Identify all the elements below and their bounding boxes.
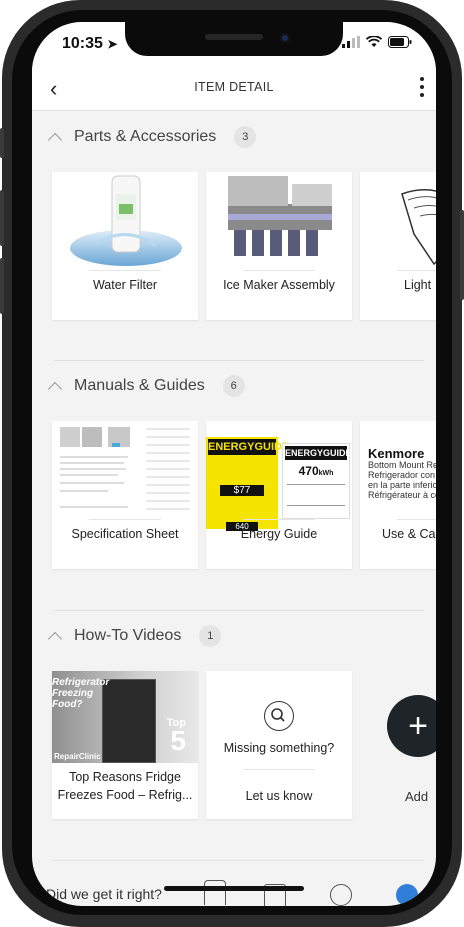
mute-switch (0, 128, 4, 158)
section-divider (54, 360, 424, 361)
phone-frame: 10:35 ➤ ‹ ITEM DETAIL Parts & Accessorie… (0, 0, 464, 927)
more-options-icon[interactable] (414, 72, 430, 102)
info-icon[interactable] (396, 884, 418, 906)
video-thumbnail[interactable]: Refrigerator Freezing Food? Top 5 Repair… (52, 671, 198, 763)
speaker (205, 34, 263, 40)
let-us-know-link[interactable]: Let us know (206, 789, 352, 803)
battery-icon (388, 36, 412, 48)
video-overlay-text: Refrigerator Freezing Food? (52, 677, 110, 710)
card-divider (243, 769, 315, 770)
section-title: How-To Videos (74, 627, 182, 644)
collapse-chevron-icon[interactable] (47, 631, 63, 647)
notch (125, 22, 343, 56)
spec-sheet-image (60, 427, 190, 510)
nav-header: ‹ ITEM DETAIL (32, 68, 436, 111)
status-icons (342, 36, 412, 48)
card-divider (89, 270, 161, 271)
video-cards: Refrigerator Freezing Food? Top 5 Repair… (52, 671, 352, 819)
manual-cards: Specification Sheet ENERGYGUIDE $77 640 … (52, 421, 436, 569)
manual-card-energy-guide[interactable]: ENERGYGUIDE $77 640 ENERGYGUIDE 470kWh E… (206, 421, 352, 569)
video-top-number: 5 (170, 725, 186, 756)
card-divider (243, 270, 315, 271)
home-indicator[interactable] (164, 886, 304, 891)
card-label: Light (404, 278, 432, 292)
card-label: Specification Sheet (71, 527, 179, 541)
page-title: ITEM DETAIL (194, 80, 274, 94)
wifi-icon (366, 36, 382, 47)
energy-guide-brand-2: ENERGYGUIDE (285, 446, 352, 460)
missing-question: Missing something? (223, 741, 335, 755)
card-label: Water Filter (92, 278, 158, 292)
energy-guide-table (287, 484, 345, 506)
energy-guide-canada-label: ENERGYGUIDE 470kWh (282, 443, 352, 519)
menu-circle-icon[interactable] (330, 884, 352, 906)
energy-guide-kwh: 470kWh (298, 464, 334, 478)
count-badge: 1 (199, 625, 222, 647)
collapse-chevron-icon[interactable] (47, 381, 63, 397)
energy-guide-yellow-label: ENERGYGUIDE $77 640 (206, 437, 290, 531)
count-badge: 3 (234, 126, 257, 148)
card-divider (397, 519, 436, 520)
power-button (460, 210, 464, 300)
light-part-image (401, 189, 436, 266)
volume-down-button (0, 258, 4, 314)
signal-icon (342, 36, 360, 48)
kenmore-line: Réfrigérateur à conge (368, 489, 436, 500)
part-card-light[interactable]: Light (360, 172, 436, 320)
kenmore-brand: Kenmore (368, 446, 425, 461)
video-title: Top Reasons Fridge Freezes Food – Refrig… (57, 770, 193, 802)
card-label: Energy Guide (240, 527, 318, 541)
card-label: Use & Ca (382, 527, 436, 541)
manual-card-use-care[interactable]: Kenmore Bottom Mount Refrige Refrigerado… (360, 421, 436, 569)
missing-something-card[interactable]: Missing something? Let us know (206, 671, 352, 819)
card-label: Ice Maker Assembly (223, 278, 335, 292)
kenmore-manual-cover: Kenmore Bottom Mount Refrige Refrigerado… (368, 446, 436, 501)
manual-card-spec-sheet[interactable]: Specification Sheet (52, 421, 198, 569)
section-divider (54, 860, 424, 861)
part-card-ice-maker[interactable]: Ice Maker Assembly (206, 172, 352, 320)
section-title: Manuals & Guides (74, 377, 205, 394)
card-divider (397, 270, 436, 271)
video-brand: RepairClinic (54, 752, 101, 761)
section-title: Parts & Accessories (74, 128, 217, 145)
thumbs-up-icon[interactable] (204, 880, 226, 905)
front-camera (280, 33, 290, 43)
water-filter-image (70, 175, 182, 266)
section-divider (54, 610, 424, 611)
video-card[interactable]: Refrigerator Freezing Food? Top 5 Repair… (52, 671, 198, 819)
part-card-water-filter[interactable]: Water Filter (52, 172, 198, 320)
card-divider (243, 519, 315, 520)
screen: 10:35 ➤ ‹ ITEM DETAIL Parts & Accessorie… (32, 22, 436, 906)
count-badge: 6 (222, 375, 245, 397)
collapse-chevron-icon[interactable] (47, 132, 63, 148)
section-header[interactable]: Manuals & Guides 6 (46, 371, 245, 401)
energy-guide-brand: ENERGYGUIDE (208, 439, 290, 455)
status-time: 10:35 ➤ (62, 35, 118, 52)
feedback-prompt: Did we get it right? (46, 886, 162, 902)
parts-cards: Water Filter Ice Maker Assembly Light (52, 172, 436, 320)
ice-maker-image (228, 176, 332, 256)
energy-guide-cost: $77 (220, 485, 264, 496)
fridge-image (102, 679, 156, 763)
plus-icon: + (408, 707, 428, 745)
add-button[interactable]: + (387, 695, 436, 757)
volume-up-button (0, 190, 4, 246)
section-header[interactable]: How-To Videos 1 (46, 621, 222, 651)
section-header[interactable]: Parts & Accessories 3 (46, 122, 257, 152)
card-divider (89, 519, 161, 520)
add-label: Add (405, 789, 429, 804)
search-icon (264, 701, 294, 731)
